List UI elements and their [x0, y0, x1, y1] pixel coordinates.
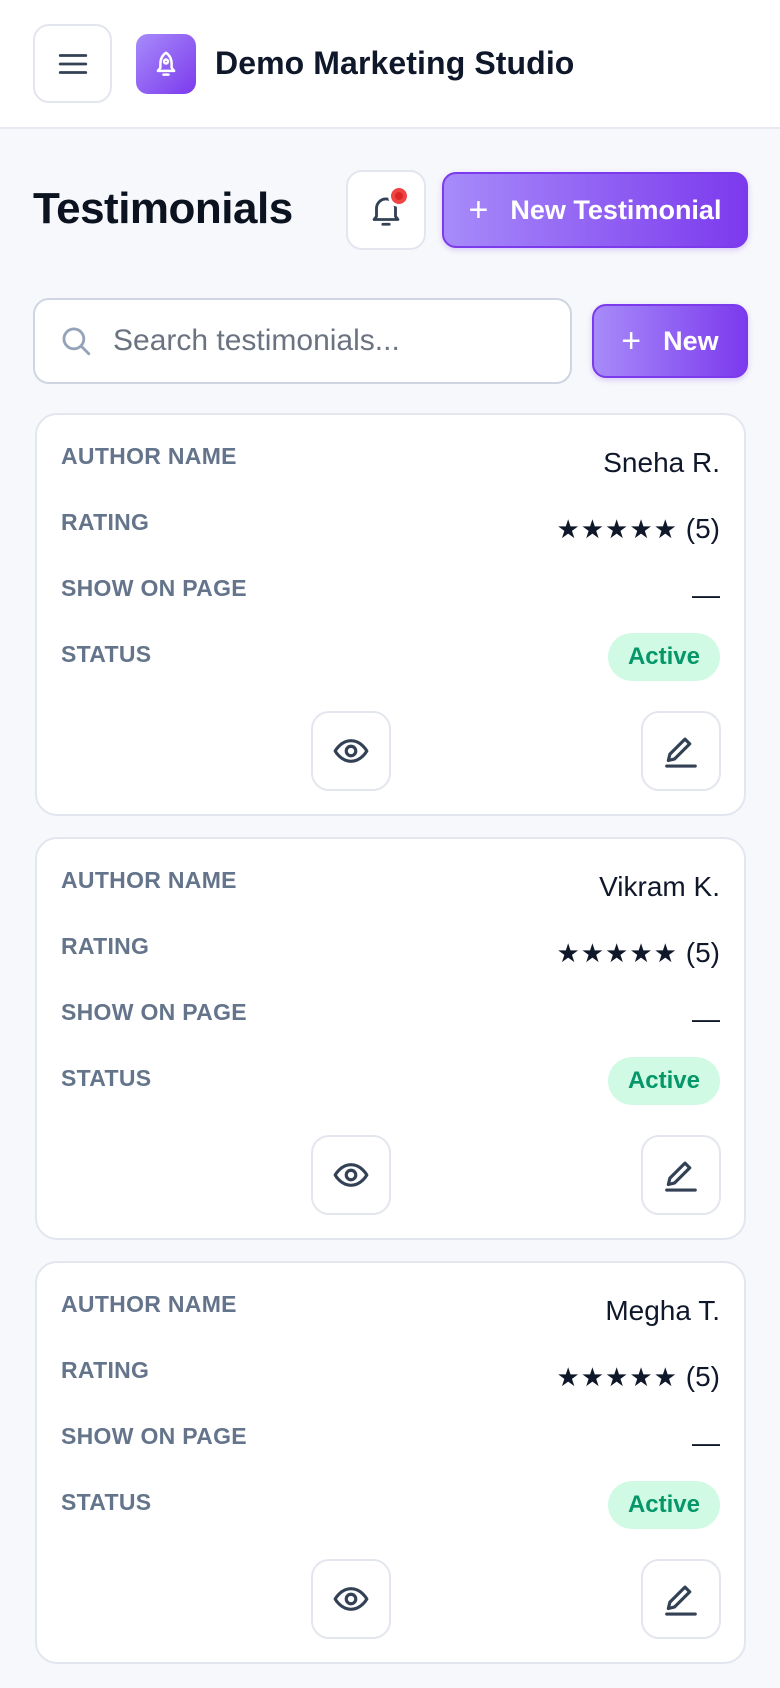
star-icons: ★★★★★ — [556, 1362, 678, 1392]
rating-value: ★★★★★ (5) — [556, 937, 720, 969]
notification-dot — [388, 185, 410, 207]
status-badge: Active — [607, 1481, 720, 1529]
show-on-page-label: SHOW ON PAGE — [61, 999, 247, 1025]
view-button[interactable] — [311, 1135, 391, 1215]
pencil-icon — [665, 1585, 697, 1616]
show-on-page-value: — — [692, 1003, 720, 1034]
author-row: AUTHOR NAME Vikram K. — [61, 867, 720, 907]
show-on-page-value: — — [692, 1427, 720, 1458]
show-on-page-row: SHOW ON PAGE — — [61, 575, 720, 615]
hamburger-menu-icon — [58, 53, 87, 74]
eye-icon — [333, 1163, 369, 1187]
app-name: Demo Marketing Studio — [215, 45, 575, 81]
pencil-icon — [665, 1161, 697, 1192]
new-label: New — [663, 325, 719, 356]
edit-button[interactable] — [641, 1135, 721, 1215]
plus-icon: + — [468, 191, 489, 229]
show-on-page-value: — — [692, 579, 720, 610]
rating-value: ★★★★★ (5) — [556, 513, 720, 545]
brand-logo — [136, 33, 196, 94]
rating-count: (5) — [685, 937, 720, 968]
notifications-button[interactable] — [346, 170, 426, 250]
show-on-page-row: SHOW ON PAGE — — [61, 999, 720, 1039]
status-badge: Active — [607, 633, 720, 681]
status-label: STATUS — [61, 1065, 152, 1091]
status-label: STATUS — [61, 1489, 152, 1515]
new-testimonial-label: New Testimonial — [510, 194, 722, 225]
edit-button[interactable] — [641, 1559, 721, 1639]
star-icons: ★★★★★ — [556, 938, 678, 968]
page-title: Testimonials — [33, 184, 293, 233]
view-button[interactable] — [311, 711, 391, 791]
rating-count: (5) — [685, 1361, 720, 1392]
show-on-page-row: SHOW ON PAGE — — [61, 1423, 720, 1463]
author-label: AUTHOR NAME — [61, 443, 237, 469]
rating-row: RATING ★★★★★ (5) — [61, 933, 720, 973]
search-input[interactable] — [113, 324, 553, 358]
pencil-icon — [665, 737, 697, 768]
show-on-page-label: SHOW ON PAGE — [61, 575, 247, 601]
author-value: Vikram K. — [599, 871, 720, 902]
status-row: STATUS Active — [61, 1057, 720, 1105]
testimonial-card: AUTHOR NAME Vikram K. RATING ★★★★★ (5) S… — [35, 837, 746, 1240]
rocket-bell-icon — [156, 51, 176, 76]
rating-count: (5) — [685, 513, 720, 544]
rating-label: RATING — [61, 509, 150, 535]
status-row: STATUS Active — [61, 633, 720, 681]
rating-row: RATING ★★★★★ (5) — [61, 1357, 720, 1397]
author-label: AUTHOR NAME — [61, 867, 237, 893]
status-badge: Active — [607, 1057, 720, 1105]
author-row: AUTHOR NAME Megha T. — [61, 1291, 720, 1331]
eye-icon — [333, 1587, 369, 1611]
rating-row: RATING ★★★★★ (5) — [61, 509, 720, 549]
rating-value: ★★★★★ (5) — [556, 1361, 720, 1393]
testimonial-card: AUTHOR NAME Megha T. RATING ★★★★★ (5) SH… — [35, 1261, 746, 1664]
rating-label: RATING — [61, 1357, 150, 1383]
search-box[interactable] — [33, 298, 572, 384]
status-label: STATUS — [61, 641, 152, 667]
edit-button[interactable] — [641, 711, 721, 791]
status-row: STATUS Active — [61, 1481, 720, 1529]
author-value: Megha T. — [605, 1295, 720, 1326]
app-header: Demo Marketing Studio — [0, 0, 780, 129]
star-icons: ★★★★★ — [556, 514, 678, 544]
menu-button[interactable] — [33, 24, 112, 103]
search-icon — [62, 327, 91, 356]
author-value: Sneha R. — [603, 447, 720, 478]
new-testimonial-button[interactable]: + New Testimonial — [442, 172, 748, 248]
testimonial-card: AUTHOR NAME Sneha R. RATING ★★★★★ (5) SH… — [35, 413, 746, 816]
author-row: AUTHOR NAME Sneha R. — [61, 443, 720, 483]
author-label: AUTHOR NAME — [61, 1291, 237, 1317]
rating-label: RATING — [61, 933, 150, 959]
eye-icon — [333, 739, 369, 763]
plus-icon: + — [621, 322, 642, 360]
show-on-page-label: SHOW ON PAGE — [61, 1423, 247, 1449]
view-button[interactable] — [311, 1559, 391, 1639]
new-button[interactable]: + New — [592, 304, 748, 378]
